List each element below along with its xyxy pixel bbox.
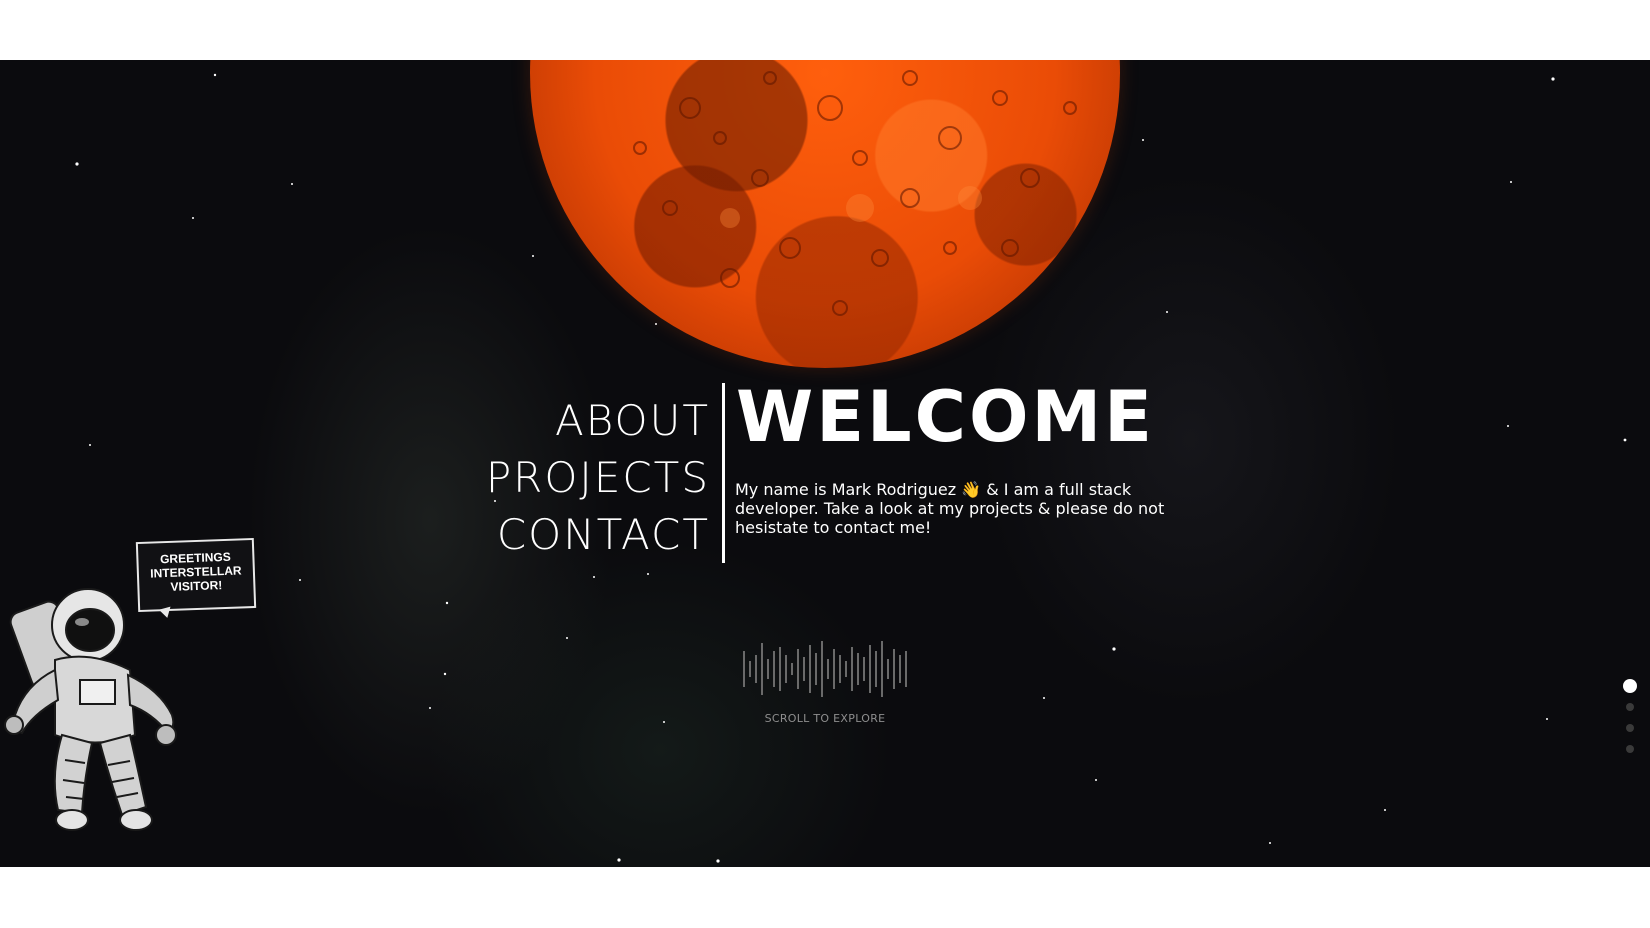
vertical-divider — [722, 383, 725, 563]
section-dot-2[interactable] — [1626, 703, 1634, 711]
section-dot-4[interactable] — [1626, 745, 1634, 753]
nav-contact-link[interactable]: CONTACT — [420, 506, 710, 563]
page-title: WELCOME — [736, 376, 1155, 458]
planet-illustration — [530, 60, 1120, 368]
main-nav: ABOUT PROJECTS CONTACT — [420, 392, 710, 563]
astronaut-illustration — [4, 588, 177, 831]
waveform-icon[interactable] — [742, 637, 910, 701]
section-pagination — [1622, 679, 1638, 766]
hero-section: ABOUT PROJECTS CONTACT WELCOME My name i… — [0, 60, 1650, 867]
nav-about-link[interactable]: ABOUT — [420, 392, 710, 449]
section-dot-3[interactable] — [1626, 724, 1634, 732]
intro-text: My name is Mark Rodriguez 👋 & I am a ful… — [735, 480, 1165, 537]
nav-projects-link[interactable]: PROJECTS — [420, 449, 710, 506]
scroll-to-explore-label[interactable]: SCROLL TO EXPLORE — [745, 712, 905, 725]
section-dot-1[interactable] — [1623, 679, 1637, 693]
